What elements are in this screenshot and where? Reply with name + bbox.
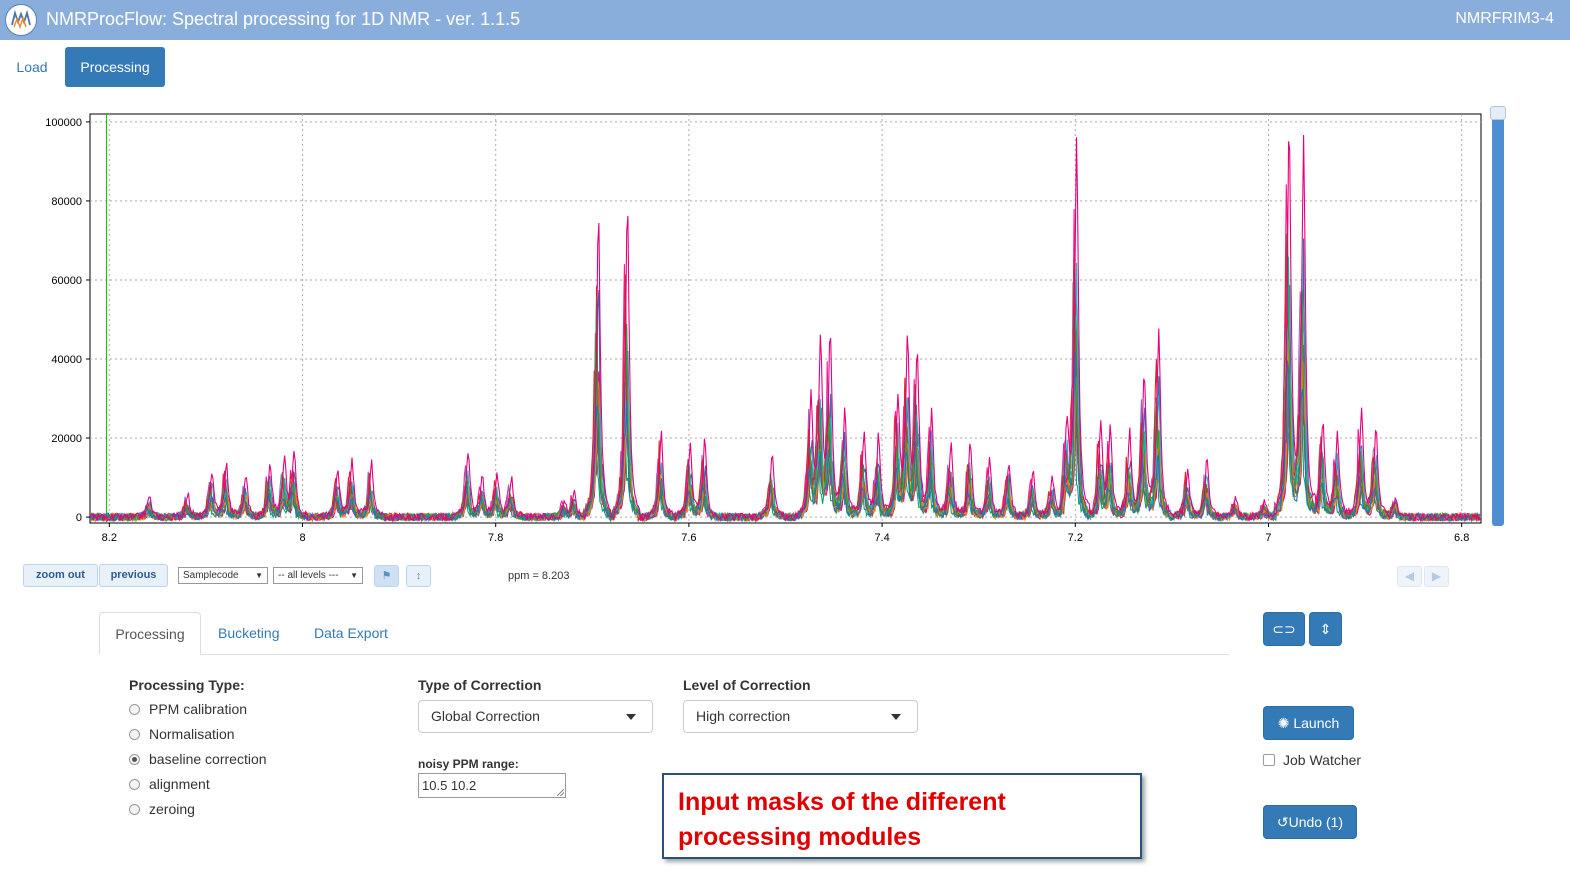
level-of-correction-select[interactable]: High correction [683, 700, 918, 733]
vertical-scale-button[interactable]: ↕ [406, 565, 431, 587]
intensity-scrollbar[interactable] [1492, 108, 1504, 526]
toggle-view-button[interactable]: ⊂⊃ [1263, 612, 1305, 646]
tab-data-export[interactable]: Data Export [314, 612, 388, 654]
scroll-left-button[interactable]: ◀ [1397, 566, 1422, 587]
levels-select[interactable]: -- all levels --- ▼ [273, 567, 363, 584]
app-logo-icon [5, 4, 37, 36]
level-of-correction-value: High correction [696, 708, 791, 724]
radio-label: zeroing [149, 801, 195, 817]
x-tick-label: 6.8 [1454, 532, 1469, 544]
spectrum-plot[interactable]: 8.2 8 7.8 7.6 7.4 7.2 7 6.8 0 20000 40000 60000 8000… [10, 100, 1490, 550]
sort-icon: ⇕ [1319, 621, 1332, 637]
x-tick-label: 7.8 [488, 532, 503, 544]
radio-circle[interactable] [129, 804, 140, 815]
expand-collapse-button[interactable]: ⇕ [1309, 612, 1342, 646]
annotation-callout: Input masks of the different processing … [662, 773, 1142, 859]
radio-circle-selected[interactable] [129, 754, 140, 765]
undo-button[interactable]: ↺Undo (1) [1263, 805, 1357, 839]
job-watcher-label: Job Watcher [1283, 752, 1362, 768]
radio-label: Normalisation [149, 726, 235, 742]
chevron-down-icon: ▼ [350, 571, 358, 580]
type-of-correction-value: Global Correction [431, 708, 540, 724]
level-of-correction-label: Level of Correction [683, 677, 811, 693]
radio-label: alignment [149, 776, 210, 792]
tabs-divider [99, 654, 1229, 655]
caret-down-icon [626, 714, 636, 720]
caret-down-icon [891, 714, 901, 720]
noisy-range-value: 10.5 10.2 [422, 778, 477, 793]
x-tick-label: 8.2 [102, 532, 117, 544]
processing-type-label: Processing Type: [129, 677, 245, 693]
app-title: NMRProcFlow: Spectral processing for 1D … [46, 9, 521, 29]
app-header: NMRProcFlow: Spectral processing for 1D … [0, 0, 1570, 40]
chevron-down-icon: ▼ [255, 571, 263, 580]
nav-tab-load[interactable]: Load [8, 48, 56, 86]
launch-label: Launch [1293, 715, 1340, 731]
tab-processing[interactable]: Processing [99, 612, 201, 655]
arrow-left-circle-icon: ◀ [1404, 569, 1415, 583]
previous-button[interactable]: previous [99, 564, 168, 587]
ppm-readout: ppm = 8.203 [508, 570, 570, 582]
levels-select-value: -- all levels --- [278, 570, 339, 581]
instance-id: NMRFRIM3-4 [1455, 10, 1554, 27]
x-tick-label: 7.4 [874, 532, 889, 544]
y-tick-label: 0 [76, 512, 82, 524]
noisy-range-label: noisy PPM range: [418, 757, 519, 771]
scroll-right-button[interactable]: ▶ [1424, 566, 1449, 587]
nav-tab-processing[interactable]: Processing [65, 47, 165, 87]
flag-toggle-button[interactable]: ⚑ [374, 565, 399, 587]
x-tick-label: 7 [1265, 532, 1271, 544]
intensity-scrollbar-handle[interactable] [1490, 106, 1506, 120]
radio-label: baseline correction [149, 751, 267, 767]
plot-area[interactable] [89, 113, 1482, 524]
x-tick-label: 7.6 [681, 532, 696, 544]
noisy-range-input[interactable]: 10.5 10.2 [418, 773, 566, 798]
type-of-correction-select[interactable]: Global Correction [418, 700, 653, 733]
tab-bucketing[interactable]: Bucketing [218, 612, 279, 654]
radio-circle[interactable] [129, 729, 140, 740]
spinner-icon: ✺ [1277, 715, 1290, 731]
y-tick-label: 100000 [45, 117, 82, 129]
radio-label: PPM calibration [149, 701, 248, 717]
y-tick-label: 20000 [51, 433, 82, 445]
y-tick-label: 60000 [51, 275, 82, 287]
radio-circle[interactable] [129, 779, 140, 790]
job-watcher-checkbox[interactable] [1263, 754, 1275, 766]
y-tick-label: 80000 [51, 196, 82, 208]
type-of-correction-label: Type of Correction [418, 677, 542, 693]
radio-circle[interactable] [129, 704, 140, 715]
arrows-vertical-icon: ↕ [415, 570, 422, 582]
undo-label: Undo (1) [1288, 814, 1344, 830]
zoom-out-button[interactable]: zoom out [23, 564, 98, 587]
undo-icon: ↺ [1276, 814, 1289, 830]
y-tick-label: 40000 [51, 354, 82, 366]
samplecode-select[interactable]: Samplecode ▼ [178, 567, 268, 584]
resize-grip-icon[interactable] [557, 789, 564, 796]
samplecode-select-value: Samplecode [183, 570, 239, 581]
link-icon: ⊂⊃ [1272, 621, 1296, 637]
flag-icon: ⚑ [381, 570, 392, 582]
annotation-text: Input masks of the different processing … [678, 788, 1006, 851]
arrow-right-circle-icon: ▶ [1431, 569, 1442, 583]
x-tick-label: 8 [299, 532, 305, 544]
launch-button[interactable]: ✺ Launch [1263, 706, 1354, 740]
x-tick-label: 7.2 [1068, 532, 1083, 544]
